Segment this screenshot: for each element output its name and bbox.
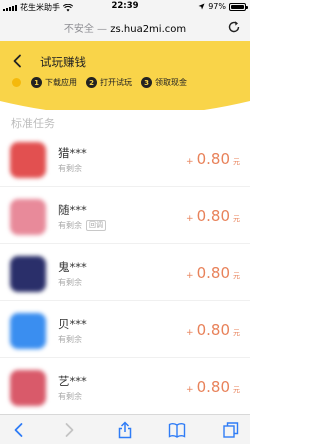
task-row[interactable]: 贝*** 有剩余 +0.80 元 [0, 301, 250, 358]
share-icon[interactable] [116, 421, 134, 439]
address-bar[interactable]: 不安全 — zs.hua2mi.com [0, 14, 250, 41]
reward: +0.80 元 [186, 321, 240, 339]
browser-toolbar [0, 414, 250, 444]
reload-icon[interactable] [227, 20, 241, 34]
header-wave [0, 101, 250, 110]
reward-plus: + [186, 271, 194, 281]
reward-amount: 0.80 [196, 378, 230, 396]
page-title: 试玩赚钱 [40, 55, 86, 69]
steps-bar: 1 下载应用 2 打开试玩 3 领取现金 [12, 77, 196, 88]
reward-unit: 元 [233, 272, 240, 280]
reward: +0.80 元 [186, 150, 240, 168]
reward: +0.80 元 [186, 378, 240, 396]
app-icon [10, 256, 46, 292]
forward-arrow-icon[interactable] [60, 421, 78, 439]
back-arrow-icon[interactable] [12, 54, 22, 68]
reward-unit: 元 [233, 329, 240, 337]
status-right: 97% [198, 2, 248, 11]
step-3: 3 领取现金 [141, 77, 187, 88]
app-status: 有剩余 回调 [58, 220, 106, 231]
app-status: 有剩余 [58, 334, 82, 345]
url-display[interactable]: 不安全 — zs.hua2mi.com [0, 20, 250, 35]
app-status: 有剩余 [58, 163, 82, 174]
callback-tag: 回调 [86, 220, 106, 231]
reward-unit: 元 [233, 386, 240, 394]
task-list: 猎*** 有剩余 +0.80 元 随*** 有剩余 回调 +0.80 元 鬼*** 有… [0, 130, 250, 415]
reward-plus: + [186, 157, 194, 167]
task-row[interactable]: 猎*** 有剩余 +0.80 元 [0, 130, 250, 187]
reward-plus: + [186, 214, 194, 224]
url-host: zs.hua2mi.com [110, 24, 187, 35]
step-2: 2 打开试玩 [86, 77, 132, 88]
app-icon [10, 370, 46, 406]
reward-plus: + [186, 385, 194, 395]
section-title: 标准任务 [11, 117, 55, 130]
remaining-label: 有剩余 [58, 164, 82, 173]
step-number-icon: 2 [86, 77, 97, 88]
task-row[interactable]: 随*** 有剩余 回调 +0.80 元 [0, 187, 250, 244]
reward: +0.80 元 [186, 207, 240, 225]
app-name: 贝*** [58, 317, 87, 331]
status-bar: 花生米助手 22:39 97% [0, 0, 250, 14]
step-1: 1 下载应用 [31, 77, 77, 88]
remaining-label: 有剩余 [58, 392, 82, 401]
app-name: 鬼*** [58, 260, 87, 274]
step-label: 打开试玩 [100, 78, 132, 87]
task-row[interactable]: 鬼*** 有剩余 +0.80 元 [0, 244, 250, 301]
task-row[interactable]: 艺*** 有剩余 +0.80 元 [0, 358, 250, 415]
app-icon [10, 199, 46, 235]
tabs-icon[interactable] [222, 421, 240, 439]
back-arrow-icon[interactable] [10, 421, 28, 439]
page-header: 试玩赚钱 1 下载应用 2 打开试玩 3 领取现金 [0, 41, 250, 110]
remaining-label: 有剩余 [58, 221, 82, 230]
battery-icon [229, 2, 248, 11]
reward-amount: 0.80 [196, 150, 230, 168]
app-icon [10, 313, 46, 349]
reward-unit: 元 [233, 215, 240, 223]
app-name: 随*** [58, 203, 87, 217]
app-status: 有剩余 [58, 391, 82, 402]
decor-dot [12, 78, 21, 87]
reward-amount: 0.80 [196, 264, 230, 282]
reward-plus: + [186, 328, 194, 338]
app-name: 艺*** [58, 374, 87, 388]
app-name: 猎*** [58, 146, 87, 160]
app-status: 有剩余 [58, 277, 82, 288]
battery-percent: 97% [208, 2, 226, 11]
reward-unit: 元 [233, 158, 240, 166]
step-number-icon: 1 [31, 77, 42, 88]
step-number-icon: 3 [141, 77, 152, 88]
battery-level [231, 4, 244, 9]
remaining-label: 有剩余 [58, 335, 82, 344]
step-label: 领取现金 [155, 78, 187, 87]
reward: +0.80 元 [186, 264, 240, 282]
app-icon [10, 142, 46, 178]
reward-amount: 0.80 [196, 321, 230, 339]
step-label: 下载应用 [45, 78, 77, 87]
bookmarks-icon[interactable] [168, 421, 186, 439]
remaining-label: 有剩余 [58, 278, 82, 287]
location-arrow-icon [198, 3, 205, 10]
reward-amount: 0.80 [196, 207, 230, 225]
insecure-label: 不安全 — [63, 24, 108, 35]
